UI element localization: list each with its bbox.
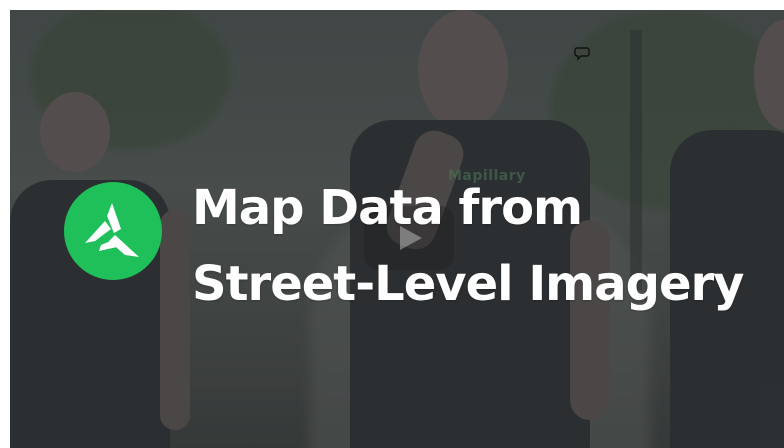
mapillary-logo-icon xyxy=(64,182,162,280)
speech-bubble-icon xyxy=(574,47,590,61)
video-title-line-2: Street-Level Imagery xyxy=(192,256,744,312)
video-player[interactable]: Mapillary Map Data from Street-Level Ima… xyxy=(10,10,784,448)
video-title-line-1: Map Data from xyxy=(192,180,583,236)
